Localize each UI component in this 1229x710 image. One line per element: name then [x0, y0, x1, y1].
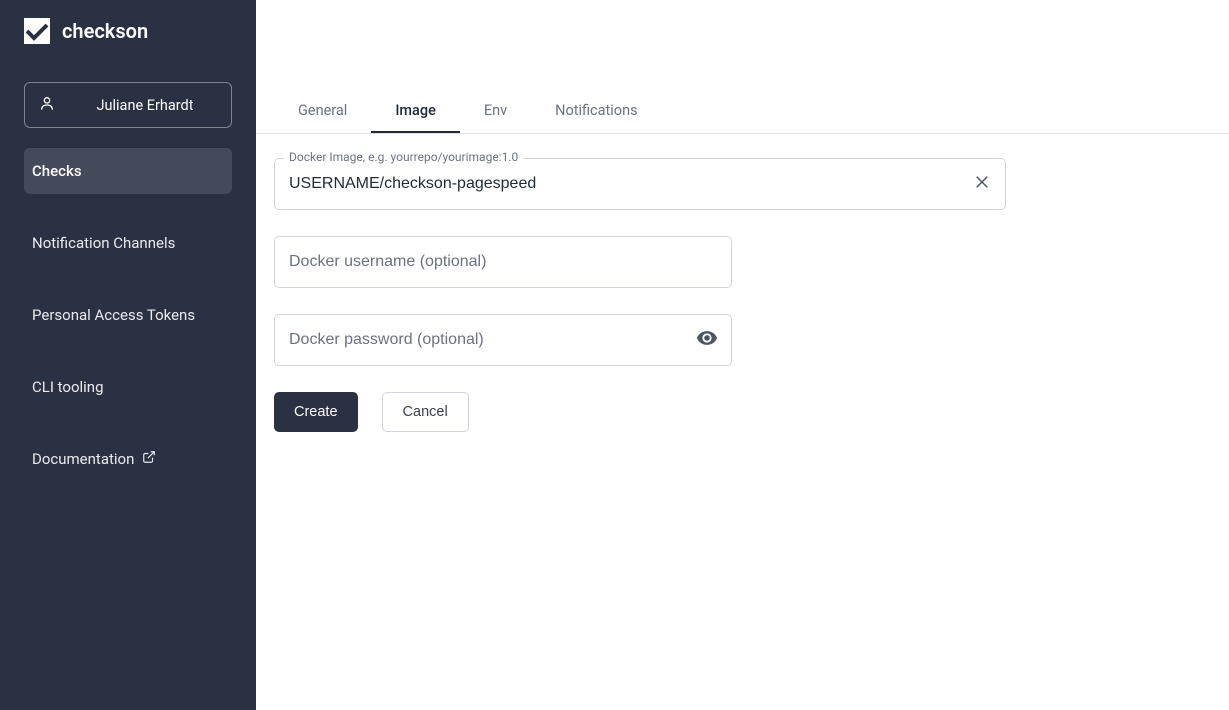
tab-notifications[interactable]: Notifications	[531, 90, 661, 133]
sidebar-item-label: CLI tooling	[32, 378, 104, 396]
logo-area: checkson	[0, 0, 256, 62]
user-profile-box[interactable]: Juliane Erhardt	[24, 82, 232, 128]
sidebar-item-label: Personal Access Tokens	[32, 306, 195, 324]
cancel-button[interactable]: Cancel	[382, 392, 469, 432]
toggle-password-visibility-button[interactable]	[696, 327, 718, 353]
sidebar-item-label: Documentation	[32, 450, 134, 468]
docker-password-input[interactable]	[274, 314, 732, 366]
brand-name: checkson	[62, 19, 148, 43]
sidebar-item-cli-tooling[interactable]: CLI tooling	[24, 364, 232, 410]
tab-label: Notifications	[555, 102, 637, 119]
sidebar-item-label: Checks	[32, 162, 82, 180]
docker-password-field-wrap	[274, 314, 732, 366]
form-area: Docker Image, e.g. yourrepo/yourimage:1.…	[256, 134, 1229, 456]
sidebar-item-notification-channels[interactable]: Notification Channels	[24, 220, 232, 266]
docker-image-label: Docker Image, e.g. yourrepo/yourimage:1.…	[284, 150, 523, 164]
checkson-logo-icon	[24, 18, 50, 44]
tab-general[interactable]: General	[274, 90, 371, 133]
tabs-bar: General Image Env Notifications	[256, 90, 1229, 134]
tab-env[interactable]: Env	[460, 90, 531, 133]
sidebar-item-checks[interactable]: Checks	[24, 148, 232, 194]
tab-image[interactable]: Image	[371, 90, 460, 133]
sidebar: checkson Juliane Erhardt Checks Notifica…	[0, 0, 256, 710]
docker-username-input[interactable]	[274, 236, 732, 288]
tab-label: General	[298, 102, 347, 119]
main-content: General Image Env Notifications Docker I…	[256, 0, 1229, 710]
user-icon	[39, 95, 55, 115]
button-row: Create Cancel	[274, 392, 1211, 432]
close-icon	[973, 173, 991, 195]
clear-input-button[interactable]	[972, 174, 992, 194]
user-name-label: Juliane Erhardt	[73, 97, 217, 114]
sidebar-item-personal-access-tokens[interactable]: Personal Access Tokens	[24, 292, 232, 338]
docker-image-input[interactable]	[274, 158, 1006, 210]
eye-icon	[696, 334, 718, 353]
external-link-icon	[142, 450, 156, 468]
nav-list: Checks Notification Channels Personal Ac…	[0, 148, 256, 508]
tab-label: Image	[395, 102, 436, 119]
sidebar-item-documentation[interactable]: Documentation	[24, 436, 232, 482]
tab-label: Env	[484, 102, 507, 119]
docker-image-field-wrap: Docker Image, e.g. yourrepo/yourimage:1.…	[274, 158, 1006, 210]
sidebar-item-label: Notification Channels	[32, 234, 175, 252]
create-button[interactable]: Create	[274, 392, 358, 432]
docker-username-field-wrap	[274, 236, 732, 288]
